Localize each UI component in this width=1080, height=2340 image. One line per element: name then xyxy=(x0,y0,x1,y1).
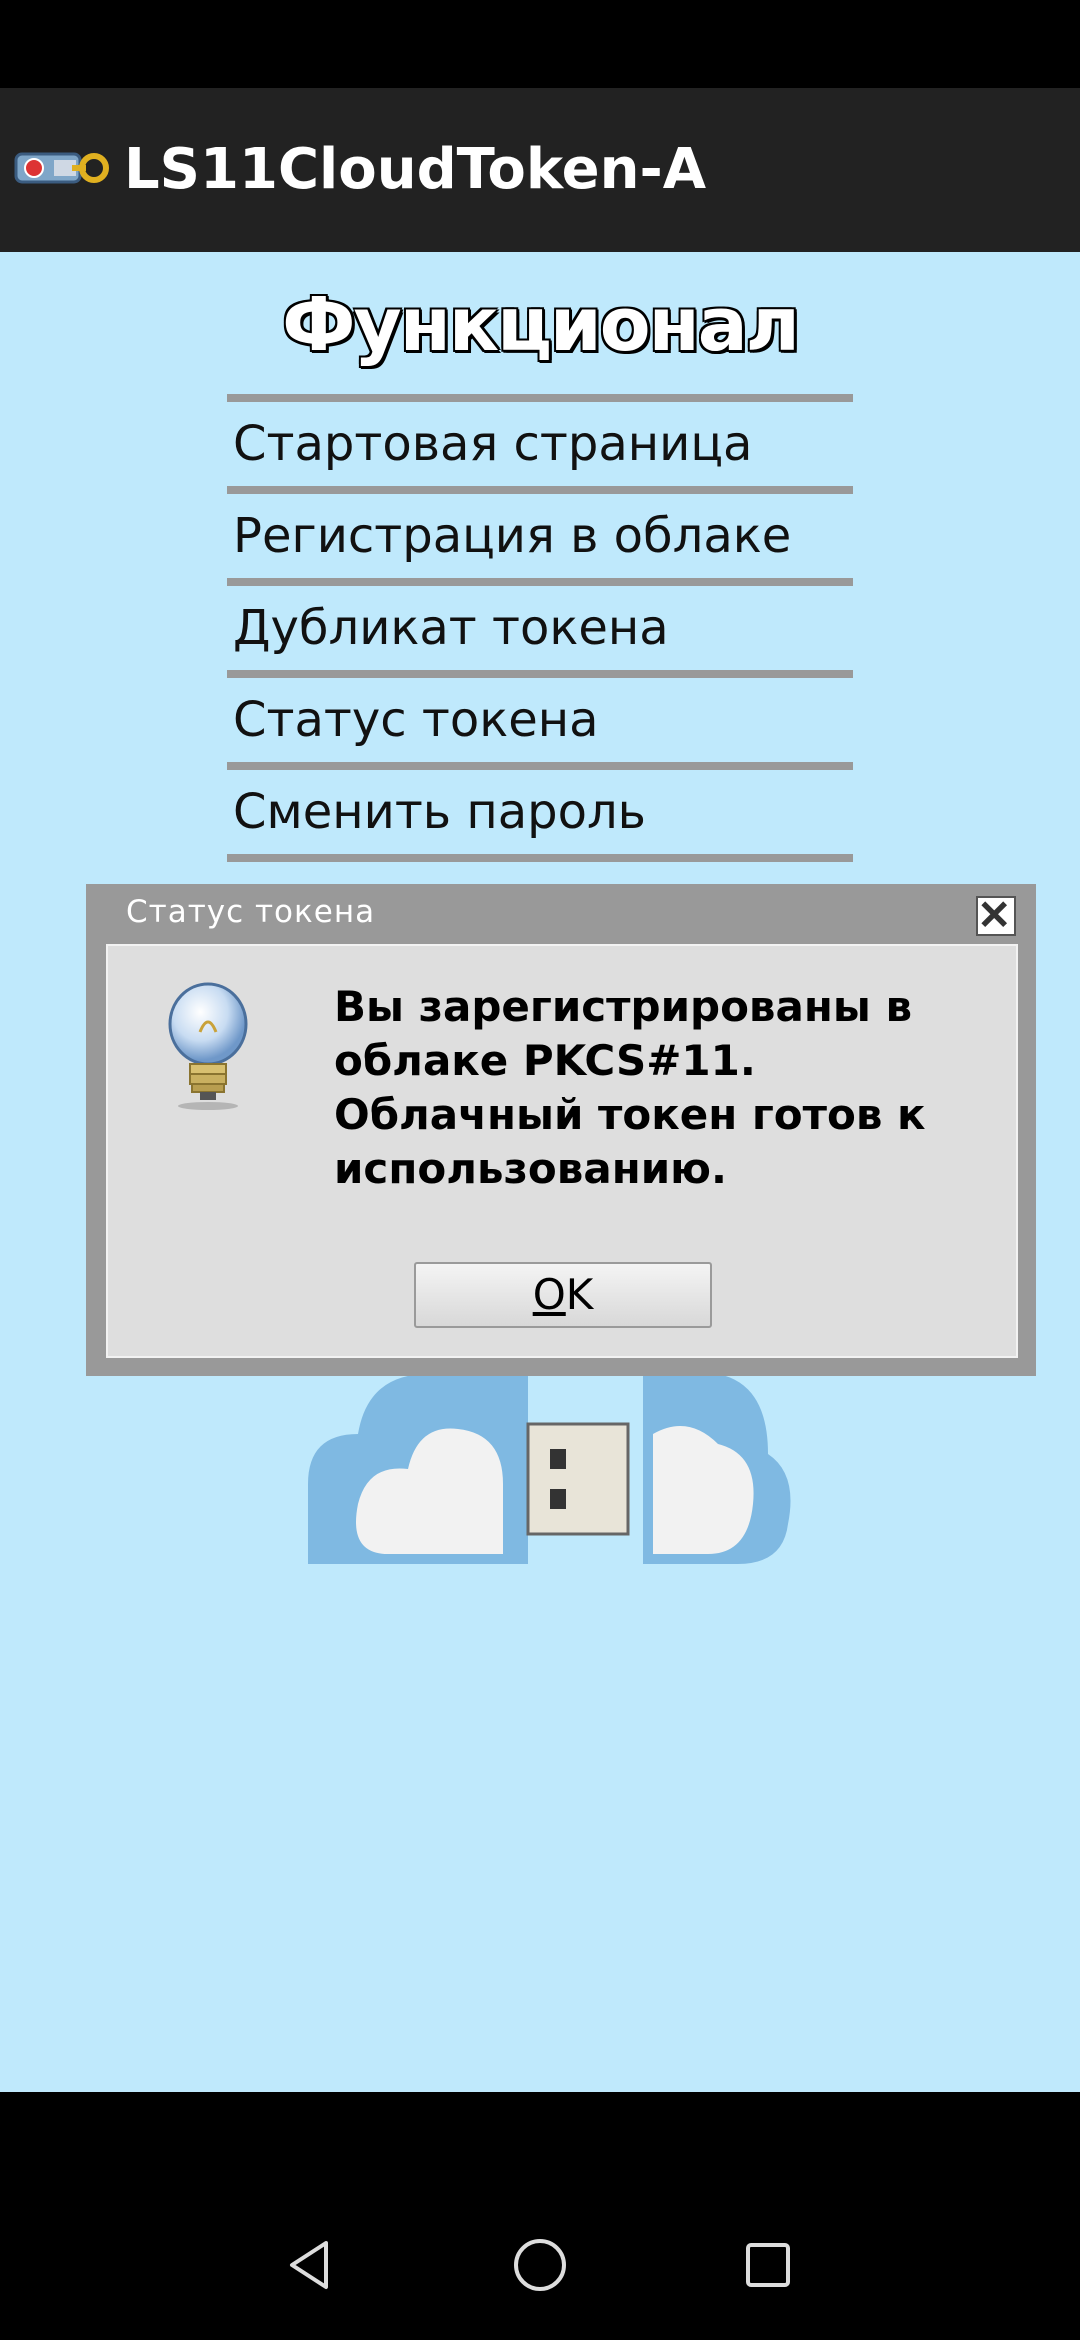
ok-button-mnemonic: O xyxy=(532,1270,566,1319)
navigation-bar xyxy=(0,2092,1080,2340)
token-status-dialog: Статус токена Вы зарегистрированы в обла… xyxy=(86,884,1036,1376)
ok-button[interactable]: OK xyxy=(414,1262,712,1328)
lightbulb-info-icon xyxy=(168,982,248,1110)
menu-item-start-page[interactable]: Стартовая страница xyxy=(227,394,853,486)
dialog-titlebar: Статус токена xyxy=(86,884,1036,942)
cloud-usb-illustration xyxy=(308,1374,791,1564)
nav-home-icon[interactable] xyxy=(510,2235,570,2295)
menu-item-cloud-registration[interactable]: Регистрация в облаке xyxy=(227,486,853,578)
close-icon xyxy=(981,901,1008,928)
ok-button-label: K xyxy=(565,1270,594,1319)
dialog-body: Вы зарегистрированы в облаке PKCS#11. Об… xyxy=(106,944,1018,1358)
menu-item-token-status[interactable]: Статус токена xyxy=(227,670,853,762)
menu-item-token-duplicate[interactable]: Дубликат токена xyxy=(227,578,853,670)
menu-item-hidden xyxy=(227,854,853,882)
app-bar: LS11CloudToken-A xyxy=(0,88,1080,252)
menu-heading: Функционал xyxy=(282,282,800,368)
token-key-icon xyxy=(14,152,109,184)
nav-back-icon[interactable] xyxy=(280,2235,340,2295)
dialog-message: Вы зарегистрированы в облаке PKCS#11. Об… xyxy=(334,982,926,1193)
nav-recents-icon[interactable] xyxy=(738,2235,798,2295)
app-title: LS11CloudToken-A xyxy=(124,137,707,202)
close-button[interactable] xyxy=(976,896,1016,936)
dialog-title: Статус токена xyxy=(126,894,376,930)
menu-item-change-password[interactable]: Сменить пароль xyxy=(227,762,853,854)
status-bar xyxy=(0,0,1080,88)
function-menu: Стартовая страница Регистрация в облаке … xyxy=(227,394,853,882)
